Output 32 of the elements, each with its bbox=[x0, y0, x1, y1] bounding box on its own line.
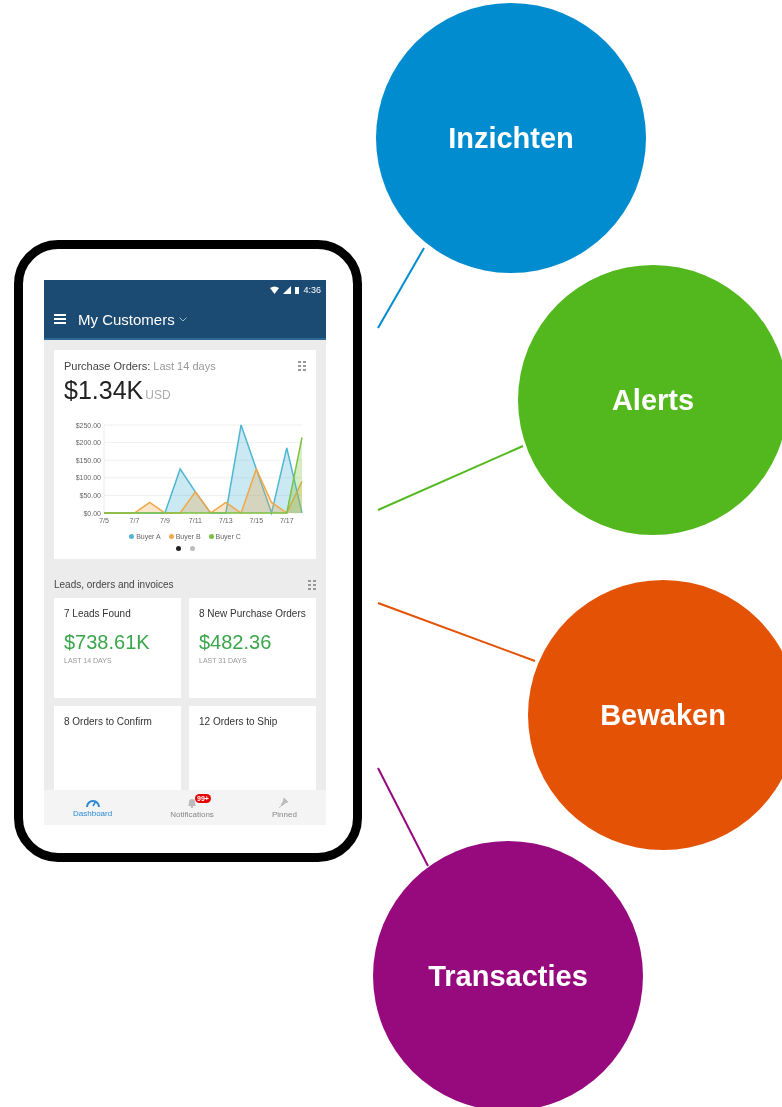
nav-tab[interactable]: Pinned bbox=[268, 796, 301, 819]
nav-tab[interactable]: Dashboard bbox=[69, 797, 117, 818]
grid-icon[interactable] bbox=[308, 579, 316, 590]
tile-title: 8 Orders to Confirm bbox=[64, 716, 153, 727]
wifi-icon bbox=[270, 286, 280, 294]
summary-tile[interactable]: 8 Orders to Confirm bbox=[54, 706, 181, 790]
tile-title: 7 Leads Found bbox=[64, 608, 132, 619]
tile-title: 12 Orders to Ship bbox=[199, 716, 279, 727]
currency-label: USD bbox=[145, 388, 171, 402]
app-title[interactable]: My Customers bbox=[78, 310, 175, 328]
bell-icon bbox=[187, 796, 198, 808]
menu-icon[interactable] bbox=[54, 314, 66, 324]
tile-amount: $482.36 bbox=[199, 631, 273, 654]
pin-icon bbox=[279, 796, 290, 808]
topic-circle: Alerts bbox=[518, 265, 782, 535]
battery-icon bbox=[295, 286, 300, 294]
caret-icon[interactable] bbox=[178, 316, 187, 322]
gauge-icon bbox=[84, 797, 101, 807]
page-dot[interactable] bbox=[189, 546, 195, 551]
topic-circle: Inzichten bbox=[376, 3, 646, 273]
tile-amount: $738.61K bbox=[64, 631, 151, 654]
status-time: 4:36 bbox=[303, 285, 321, 295]
total-amount: $1.34K bbox=[64, 376, 144, 405]
summary-tile[interactable]: 12 Orders to Ship bbox=[189, 706, 316, 790]
tile-title: 8 New Purchase Orders bbox=[199, 608, 306, 619]
grid-icon[interactable] bbox=[298, 361, 306, 371]
topic-circle: Transacties bbox=[373, 841, 643, 1107]
page-dot[interactable] bbox=[175, 546, 181, 551]
topic-circle: Bewaken bbox=[528, 580, 782, 850]
card-title: Purchase Orders: Last 14 days bbox=[64, 360, 216, 372]
signal-icon bbox=[283, 286, 292, 294]
section-title: Leads, orders and invoices bbox=[54, 579, 174, 590]
